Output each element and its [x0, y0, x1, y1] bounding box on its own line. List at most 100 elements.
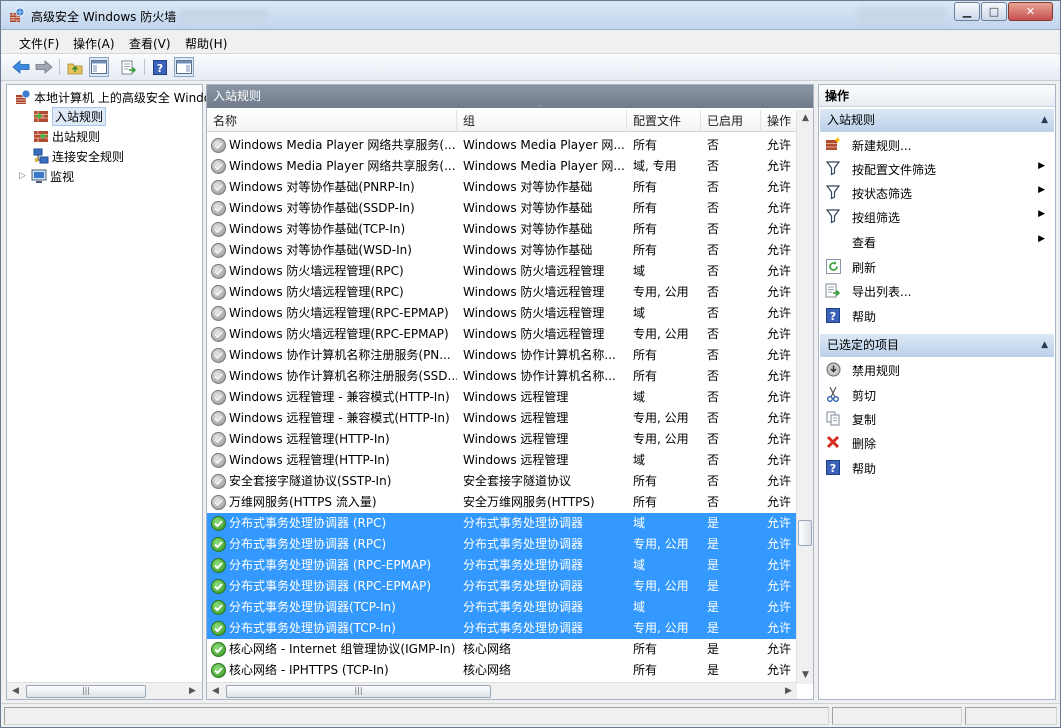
list-vertical-scrollbar[interactable]: ▲ ▼ [796, 110, 813, 684]
table-row[interactable]: Windows 防火墙远程管理(RPC) Windows 防火墙远程管理 专用, 公… [207, 282, 797, 303]
show-hide-tree-icon[interactable] [89, 57, 109, 77]
toolbar-separator [59, 59, 60, 75]
table-row[interactable]: Windows 远程管理(HTTP-In) Windows 远程管理 域 否 允许 [207, 450, 797, 471]
action-filter-by-profile[interactable]: 按配置文件筛选 ▶ [819, 157, 1055, 179]
scroll-down-icon[interactable]: ▼ [797, 667, 813, 683]
table-row[interactable]: 核心网络 - Internet 组管理协议(IGMP-In) 核心网络 所有 是 允许 [207, 639, 797, 660]
action-new-rule[interactable]: 新建规则... [819, 133, 1055, 155]
menu-view[interactable]: 查看(V) [129, 35, 171, 52]
action-help[interactable]: ? 帮助 [819, 456, 1055, 478]
table-row[interactable]: 分布式事务处理协调器 (RPC) 分布式事务处理协调器 域 是 允许 [207, 513, 797, 534]
rule-name: 万维网服务(HTTPS 流入量) [229, 495, 377, 509]
table-row[interactable]: Windows 远程管理 - 兼容模式(HTTP-In) Windows 远程管理… [207, 387, 797, 408]
help-icon[interactable]: ? [150, 57, 170, 77]
up-folder-icon[interactable] [65, 57, 85, 77]
table-row[interactable]: Windows 防火墙远程管理(RPC-EPMAP) Windows 防火墙远程管… [207, 324, 797, 345]
table-row[interactable]: Windows 远程管理(HTTP-In) Windows 远程管理 专用, 公用 否… [207, 429, 797, 450]
action-cut[interactable]: 剪切 [819, 383, 1055, 405]
table-row[interactable]: Windows 协作计算机名称注册服务(PN... Windows 协作计算机名称… [207, 345, 797, 366]
rule-action: 允许 [767, 495, 792, 509]
rule-name: Windows Media Player 网络共享服务(... [229, 138, 456, 152]
rule-action: 允许 [767, 642, 792, 656]
action-view[interactable]: 查看 ▶ [819, 230, 1055, 252]
rule-group: 分布式事务处理协调器 [463, 516, 584, 530]
action-filter-by-group[interactable]: 按组筛选 ▶ [819, 205, 1055, 227]
close-button[interactable]: ✕ [1008, 2, 1053, 21]
scroll-up-icon[interactable]: ▲ [797, 110, 813, 126]
rule-action: 允许 [767, 537, 792, 551]
table-row[interactable]: 安全套接字隧道协议(SSTP-In) 安全套接字隧道协议 所有 否 允许 [207, 471, 797, 492]
table-row[interactable]: Windows 协作计算机名称注册服务(SSD... Windows 协作计算机名… [207, 366, 797, 387]
table-row[interactable]: 分布式事务处理协调器(TCP-In) 分布式事务处理协调器 专用, 公用 是 允许 [207, 618, 797, 639]
scroll-thumb[interactable]: ||| [226, 685, 491, 698]
table-row[interactable]: 分布式事务处理协调器 (RPC) 分布式事务处理协调器 专用, 公用 是 允许 [207, 534, 797, 555]
list-horizontal-scrollbar[interactable]: ◀ ||| ▶ [207, 682, 797, 699]
menu-action[interactable]: 操作(A) [73, 35, 115, 52]
table-row[interactable]: Windows 对等协作基础(PNRP-In) Windows 对等协作基础 所有 否… [207, 177, 797, 198]
forward-arrow-icon[interactable] [34, 57, 54, 77]
table-row[interactable]: 万维网服务(HTTPS 流入量) 安全万维网服务(HTTPS) 所有 否 允许 [207, 492, 797, 513]
table-row[interactable]: Windows Media Player 网络共享服务(... Windows M… [207, 156, 797, 177]
maximize-button[interactable]: □ [981, 2, 1007, 21]
tree-item-outbound-rules[interactable]: 出站规则 [33, 127, 100, 145]
action-export-list[interactable]: 导出列表... [819, 279, 1055, 301]
table-row[interactable]: Windows 防火墙远程管理(RPC-EPMAP) Windows 防火墙远程管… [207, 303, 797, 324]
section-inbound-rules[interactable]: 入站规则 ▲ [820, 109, 1054, 132]
column-group[interactable]: 组 [457, 110, 627, 132]
action-disable-rule[interactable]: 禁用规则 [819, 358, 1055, 380]
table-row[interactable]: Windows 对等协作基础(SSDP-In) Windows 对等协作基础 所有 否… [207, 198, 797, 219]
column-name[interactable]: 名称 [207, 110, 457, 132]
column-profile[interactable]: 配置文件 [627, 110, 701, 132]
column-enabled[interactable]: 已启用 [701, 110, 761, 132]
collapse-caret-icon[interactable]: ▲ [1041, 334, 1048, 357]
back-arrow-icon[interactable] [11, 57, 31, 77]
table-row[interactable]: 分布式事务处理协调器 (RPC-EPMAP) 分布式事务处理协调器 专用, 公用 是 允… [207, 576, 797, 597]
rule-name: 安全套接字隧道协议(SSTP-In) [229, 474, 392, 488]
rule-enabled: 否 [707, 327, 720, 341]
table-row[interactable]: Windows 远程管理 - 兼容模式(HTTP-In) Windows 远程管理… [207, 408, 797, 429]
action-filter-by-state[interactable]: 按状态筛选 ▶ [819, 181, 1055, 203]
scroll-thumb[interactable] [798, 520, 812, 546]
scroll-left-icon[interactable]: ◀ [7, 683, 24, 699]
submenu-arrow-icon: ▶ [1038, 209, 1045, 219]
rule-profile: 专用, 公用 [633, 579, 689, 593]
table-row[interactable]: 分布式事务处理协调器(TCP-In) 分布式事务处理协调器 域 是 允许 [207, 597, 797, 618]
minimize-button[interactable]: ▁ [954, 2, 980, 21]
table-row[interactable]: Windows Media Player 网络共享服务(... Windows M… [207, 135, 797, 156]
menu-file[interactable]: 文件(F) [19, 35, 59, 52]
rule-profile: 域 [633, 516, 646, 530]
filter-icon [825, 160, 841, 176]
show-hide-action-pane-icon[interactable] [174, 57, 194, 77]
rule-action: 允许 [767, 285, 792, 299]
tree-item-monitoring[interactable]: ▷ 监视 [19, 167, 74, 185]
rule-name: Windows Media Player 网络共享服务(... [229, 159, 456, 173]
action-copy[interactable]: 复制 [819, 407, 1055, 429]
expand-arrow-icon[interactable]: ▷ [19, 171, 31, 181]
rule-name: Windows 防火墙远程管理(RPC) [229, 285, 404, 299]
export-list-icon[interactable] [119, 57, 139, 77]
scroll-left-icon[interactable]: ◀ [207, 683, 224, 699]
scroll-right-icon[interactable]: ▶ [780, 683, 797, 699]
rule-action: 允许 [767, 579, 792, 593]
menu-help[interactable]: 帮助(H) [185, 35, 227, 52]
collapse-caret-icon[interactable]: ▲ [1041, 109, 1048, 132]
column-action[interactable]: 操作 [761, 110, 797, 132]
tree-item-connection-security-rules[interactable]: 连接安全规则 [33, 147, 124, 165]
scroll-right-icon[interactable]: ▶ [184, 683, 201, 699]
table-row[interactable]: 核心网络 - IPHTTPS (TCP-In) 核心网络 所有 是 允许 [207, 660, 797, 681]
table-row[interactable]: Windows 对等协作基础(WSD-In) Windows 对等协作基础 所有 否 允… [207, 240, 797, 261]
table-row[interactable]: Windows 对等协作基础(TCP-In) Windows 对等协作基础 所有 否 允… [207, 219, 797, 240]
tree-horizontal-scrollbar[interactable]: ◀ ||| ▶ [7, 682, 202, 699]
rule-group: Windows 远程管理 [463, 453, 569, 467]
scroll-thumb[interactable]: ||| [26, 685, 146, 698]
action-refresh[interactable]: 刷新 [819, 255, 1055, 277]
rule-group: Windows 协作计算机名称... [463, 348, 616, 362]
action-delete[interactable]: 删除 [819, 431, 1055, 453]
action-label: 删除 [852, 437, 877, 451]
table-row[interactable]: Windows 防火墙远程管理(RPC) Windows 防火墙远程管理 域 否 允许 [207, 261, 797, 282]
rule-action: 允许 [767, 600, 792, 614]
section-selected-items[interactable]: 已选定的项目 ▲ [820, 334, 1054, 357]
action-help[interactable]: ? 帮助 [819, 304, 1055, 326]
table-row[interactable]: 分布式事务处理协调器 (RPC-EPMAP) 分布式事务处理协调器 域 是 允许 [207, 555, 797, 576]
tree-item-inbound-rules[interactable]: 入站规则 [33, 106, 107, 126]
